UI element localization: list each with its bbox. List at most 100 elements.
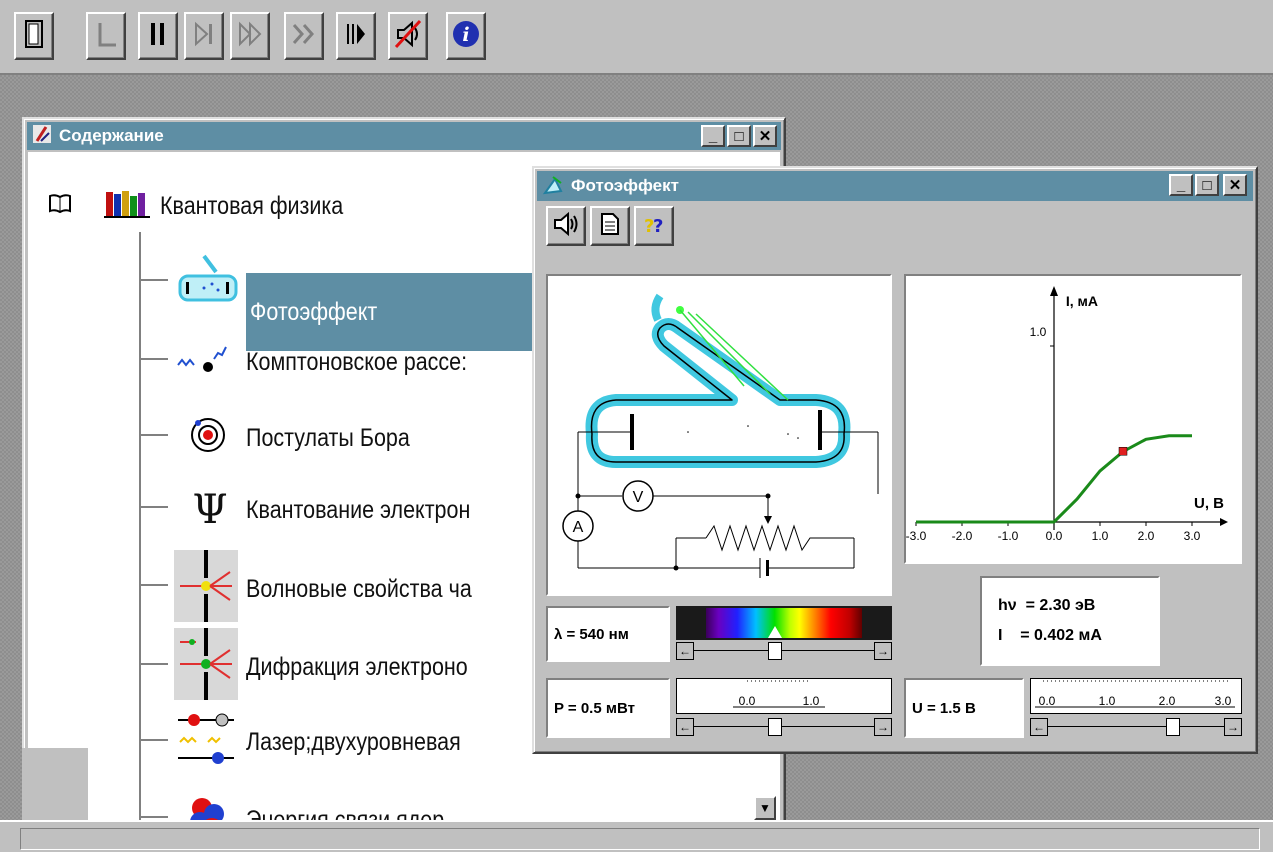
x-tick-label: 2.0	[1138, 529, 1155, 543]
power-control: 0.0 1.0 ← →	[676, 678, 892, 738]
contents-minimize-button[interactable]: _	[701, 125, 725, 147]
help-icon: ??	[642, 212, 666, 241]
ammeter-label: A	[573, 519, 584, 536]
info-button[interactable]: i	[446, 12, 486, 60]
voltage-left-arrow[interactable]: ←	[1030, 718, 1048, 736]
x-axis-label: U, B	[1194, 495, 1224, 512]
pause-button[interactable]	[138, 12, 178, 60]
tree-item-label: Волновые свойства ча	[246, 575, 472, 603]
fast-forward-button[interactable]	[230, 12, 270, 60]
voltage-scale-2: 2.0	[1159, 694, 1176, 708]
tree-item-quantization[interactable]: Ψ Квантование электрон	[174, 487, 507, 533]
tree-root[interactable]: Квантовая физика	[48, 188, 373, 225]
x-tick-label: 1.0	[1092, 529, 1109, 543]
iv-graph-svg: I, мА 1.0 U, B -3.0 -2.0 -1.0 0.0 1.0 2.0 3.0	[906, 286, 1228, 543]
y-axis-label: I, мА	[1066, 293, 1098, 309]
photoeffect-window: Фотоэффект _ □ ✕ ?? V A I, мА 1.0 U, B -…	[532, 166, 1258, 754]
rewind-frames-button[interactable]	[284, 12, 324, 60]
help-button[interactable]: ??	[634, 206, 674, 246]
main-toolbar: i	[0, 0, 1273, 75]
books-icon	[104, 188, 152, 225]
fast-forward-icon	[238, 21, 262, 52]
tree-item-wave-properties[interactable]: Волновые свойства ча	[174, 550, 509, 629]
photoeffect-app-icon	[541, 173, 565, 200]
graph-icon	[94, 19, 118, 54]
wavelength-control: ← →	[676, 606, 892, 662]
photoeffect-minimize-button[interactable]: _	[1169, 174, 1193, 196]
photoeffect-maximize-button[interactable]: □	[1195, 174, 1219, 196]
bohr-atom-icon	[174, 415, 246, 462]
step-button[interactable]	[184, 12, 224, 60]
circuit-diagram: V A	[546, 274, 892, 596]
tree-item-bohr[interactable]: Постулаты Бора	[174, 415, 436, 462]
frames-icon	[292, 21, 316, 52]
power-left-arrow[interactable]: ←	[676, 718, 694, 736]
background-block	[22, 748, 88, 820]
wave-properties-icon	[174, 550, 246, 629]
wavelength-readout: λ = 540 нм	[546, 606, 670, 662]
svg-text:i: i	[462, 24, 469, 46]
photon-energy-readout: hν = 2.30 эВ	[998, 597, 1096, 614]
circuit-svg: V A	[562, 293, 879, 578]
voltage-control: 0.0 1.0 2.0 3.0 ← →	[1030, 678, 1242, 738]
contents-close-button[interactable]: ✕	[753, 125, 777, 147]
power-readout: P = 0.5 мВт	[546, 678, 670, 738]
tree-item-compton[interactable]: Комптоновское рассе:	[174, 339, 503, 386]
tree-root-label: Квантовая физика	[160, 192, 344, 220]
voltage-thumb[interactable]	[1166, 718, 1180, 736]
pause-icon	[148, 21, 168, 52]
photocurrent-readout: I = 0.402 мА	[998, 627, 1102, 644]
exit-button[interactable]	[14, 12, 54, 60]
voltage-scale-3: 3.0	[1215, 694, 1232, 708]
voltage-right-arrow[interactable]: →	[1224, 718, 1242, 736]
voltage-scale-1: 1.0	[1099, 694, 1116, 708]
speaker-muted-icon	[394, 19, 422, 54]
psi-icon: Ψ	[192, 487, 228, 533]
voltage-scale: 0.0 1.0 2.0 3.0	[1030, 678, 1242, 714]
power-scale-max: 1.0	[803, 694, 820, 708]
diffraction-icon	[174, 628, 246, 707]
tree-item-laser[interactable]: Лазер;двухуровневая	[174, 708, 496, 777]
voltage-slider[interactable]: ← →	[1030, 718, 1242, 736]
document-icon	[600, 212, 620, 241]
tree-item-photoeffect[interactable]	[174, 252, 244, 312]
photoeffect-titlebar: Фотоэффект _ □ ✕	[537, 171, 1253, 201]
wavelength-slider[interactable]: ← →	[676, 642, 892, 660]
wavelength-right-arrow[interactable]: →	[874, 642, 892, 660]
x-tick-label: -3.0	[906, 529, 927, 543]
tree-item-label: Фотоэффект	[250, 297, 378, 326]
wavelength-left-arrow[interactable]: ←	[676, 642, 694, 660]
status-field	[20, 828, 1260, 850]
svg-text:?: ?	[653, 216, 663, 236]
power-slider[interactable]: ← →	[676, 718, 892, 736]
speaker-icon	[552, 211, 580, 242]
sound-button[interactable]	[546, 206, 586, 246]
voltage-scale-0: 0.0	[1039, 694, 1056, 708]
contents-maximize-button[interactable]: □	[727, 125, 751, 147]
contents-app-icon	[31, 123, 53, 150]
contents-title: Содержание	[59, 126, 164, 145]
iv-graph: I, мА 1.0 U, B -3.0 -2.0 -1.0 0.0 1.0 2.0 3.0	[904, 274, 1242, 564]
power-scale-min: 0.0	[739, 694, 756, 708]
chart-button[interactable]	[86, 12, 126, 60]
step-frames-button[interactable]	[336, 12, 376, 60]
power-right-arrow[interactable]: →	[874, 718, 892, 736]
photoeffect-icon	[174, 252, 244, 312]
sound-off-button[interactable]	[388, 12, 428, 60]
x-tick-label: 3.0	[1184, 529, 1201, 543]
description-button[interactable]	[590, 206, 630, 246]
tree-item-diffraction[interactable]: Дифракция электроно	[174, 628, 504, 707]
photoeffect-title: Фотоэффект	[571, 176, 679, 195]
laser-icon	[174, 708, 246, 777]
tree-item-label: Лазер;двухуровневая	[246, 728, 461, 756]
power-thumb[interactable]	[768, 718, 782, 736]
info-icon: i	[451, 19, 481, 54]
open-book-icon	[48, 192, 84, 221]
photoeffect-close-button[interactable]: ✕	[1223, 174, 1247, 196]
tree-item-label: Комптоновское рассе:	[246, 348, 468, 376]
scroll-down-button[interactable]: ▼	[754, 796, 776, 820]
wavelength-thumb[interactable]	[768, 642, 782, 660]
wavelength-pointer	[768, 626, 782, 638]
operating-point-marker	[1118, 446, 1128, 456]
x-tick-label: -2.0	[952, 529, 973, 543]
